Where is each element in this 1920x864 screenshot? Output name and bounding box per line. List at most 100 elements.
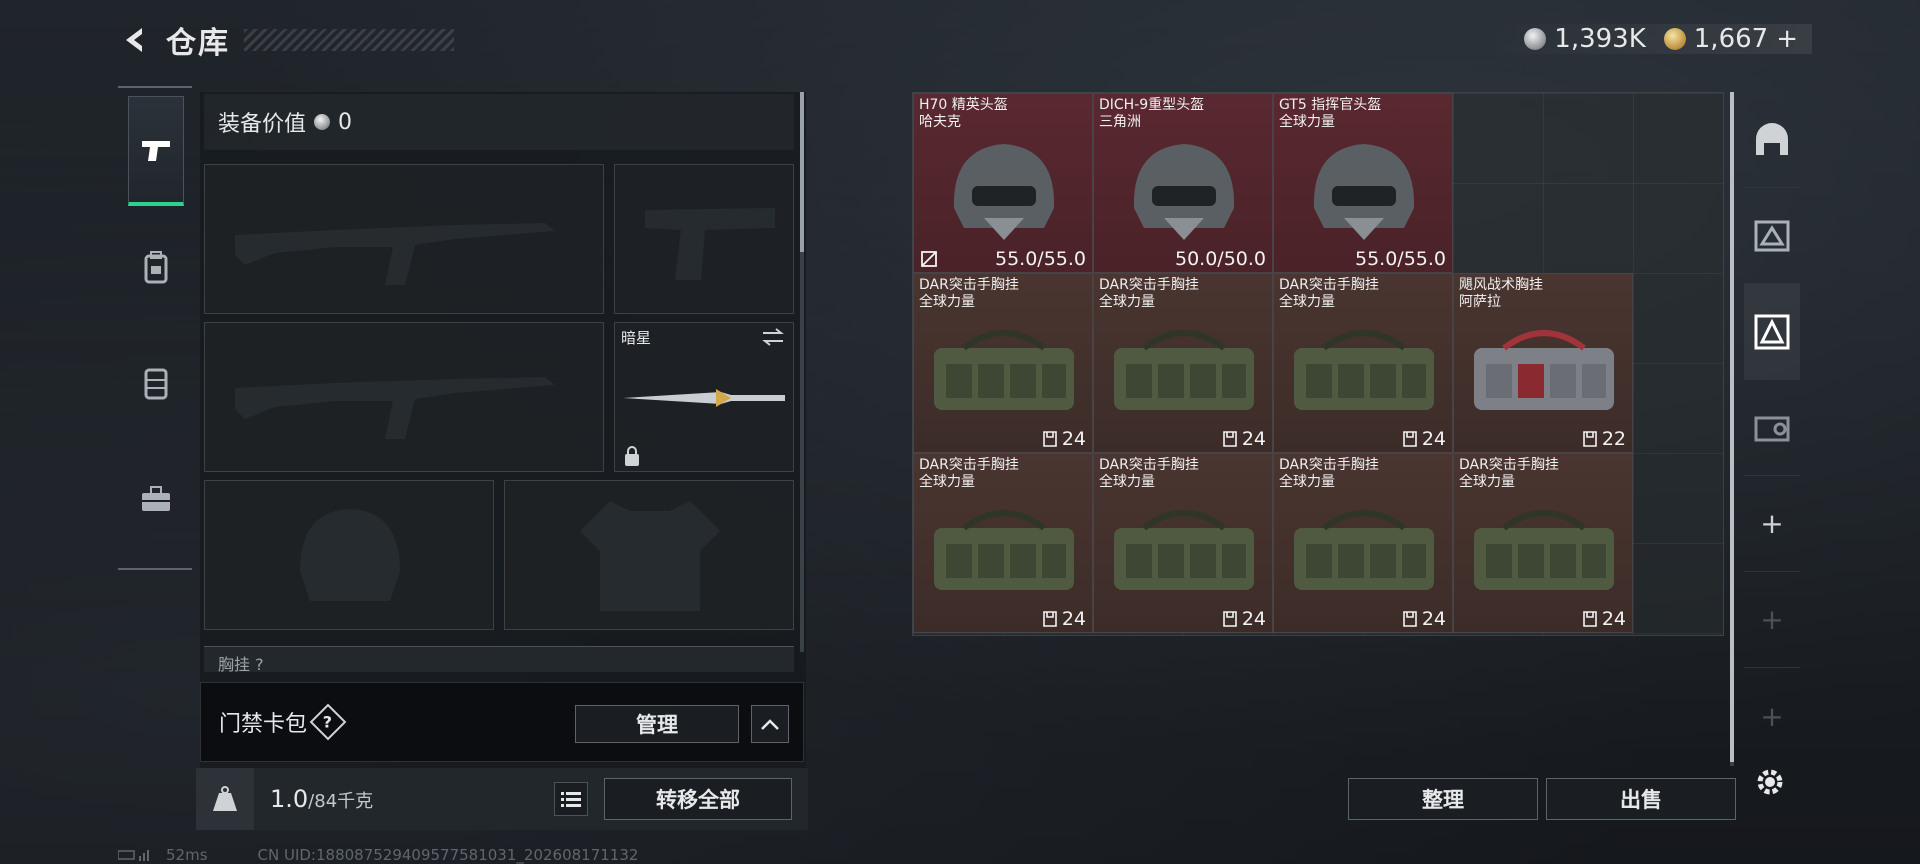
help-icon: ? bbox=[323, 712, 333, 732]
stash-item[interactable]: DAR突击手胸挂 全球力量 24 bbox=[1093, 453, 1273, 633]
pistol-icon bbox=[142, 140, 170, 161]
stash-item[interactable]: DAR突击手胸挂 全球力量 24 bbox=[1273, 453, 1453, 633]
weight-current: 1.0 bbox=[270, 785, 309, 813]
capacity-icon bbox=[1223, 611, 1237, 627]
item-name: DAR突击手胸挂 全球力量 bbox=[1099, 457, 1199, 491]
stash-scrollbar[interactable] bbox=[1730, 92, 1734, 766]
keycard-label: 门禁卡包 bbox=[219, 712, 308, 737]
item-value-text: 24 bbox=[1601, 608, 1626, 630]
manage-button[interactable]: 管理 bbox=[575, 705, 739, 743]
sell-button[interactable]: 出售 bbox=[1546, 778, 1736, 820]
lock-icon bbox=[625, 446, 639, 466]
capacity-icon bbox=[1403, 431, 1417, 447]
helmet-slot[interactable] bbox=[204, 480, 494, 630]
gold-currency[interactable]: 1,667 + bbox=[1663, 24, 1798, 54]
secondary-weapon-slot[interactable] bbox=[614, 164, 794, 314]
loadout-scrollbar[interactable] bbox=[800, 92, 804, 652]
swap-icon[interactable] bbox=[761, 327, 785, 347]
stash-item[interactable]: DAR突击手胸挂 全球力量 24 bbox=[1453, 453, 1633, 633]
add-currency-button[interactable]: + bbox=[1776, 24, 1798, 54]
primary-weapon-slot[interactable] bbox=[204, 164, 604, 314]
helmet-category-icon bbox=[1756, 122, 1788, 155]
chest-rig-item-icon bbox=[1474, 330, 1614, 410]
transfer-all-button[interactable]: 转移全部 bbox=[604, 778, 792, 820]
item-title: DAR突击手胸挂 bbox=[1099, 277, 1199, 293]
stash-item[interactable]: 飓风战术胸挂 阿萨拉 22 bbox=[1453, 273, 1633, 453]
item-value-text: 55.0/55.0 bbox=[994, 248, 1086, 270]
tab-armor[interactable] bbox=[1744, 188, 1800, 284]
item-faction: 三角洲 bbox=[1099, 114, 1141, 130]
item-faction: 全球力量 bbox=[1279, 294, 1335, 310]
battery-signal-icon bbox=[118, 850, 149, 861]
item-value-text: 24 bbox=[1061, 428, 1086, 450]
plus-icon: + bbox=[1760, 699, 1784, 733]
helmet-item-icon bbox=[953, 144, 1055, 240]
back-button[interactable] bbox=[118, 22, 154, 58]
item-value: 24 bbox=[1223, 608, 1266, 630]
item-value-text: 22 bbox=[1601, 428, 1626, 450]
item-name: DAR突击手胸挂 全球力量 bbox=[1459, 457, 1559, 491]
item-value: 24 bbox=[1583, 608, 1626, 630]
help-button[interactable]: ? bbox=[309, 703, 347, 741]
tab-backpacks[interactable] bbox=[1744, 380, 1800, 476]
item-value: 24 bbox=[1223, 428, 1266, 450]
stash-item[interactable]: DAR突击手胸挂 全球力量 24 bbox=[1093, 273, 1273, 453]
item-name: DAR突击手胸挂 全球力量 bbox=[1279, 457, 1379, 491]
chest-rig-item-icon bbox=[1114, 510, 1254, 590]
item-faction: 阿萨拉 bbox=[1459, 294, 1501, 310]
rifle-silhouette-icon bbox=[235, 223, 555, 285]
item-faction: 全球力量 bbox=[1099, 474, 1155, 490]
capacity-icon bbox=[1403, 611, 1417, 627]
item-value: 55.0/55.0 bbox=[1355, 248, 1446, 270]
rig-icon bbox=[144, 368, 168, 400]
item-faction: 全球力量 bbox=[1279, 114, 1335, 130]
chest-rig-slot-header[interactable]: 胸挂 ? bbox=[204, 646, 794, 672]
stash-item[interactable]: DICH-9重型头盔 三角洲 50.0/50.0 bbox=[1093, 93, 1273, 273]
capacity-icon bbox=[1583, 431, 1597, 447]
item-faction: 全球力量 bbox=[919, 474, 975, 490]
armor-slot[interactable] bbox=[504, 480, 794, 630]
stash-category-rail: + + + bbox=[1744, 92, 1800, 764]
item-name: DAR突击手胸挂 全球力量 bbox=[1099, 277, 1199, 311]
item-value-text: 24 bbox=[1061, 608, 1086, 630]
tab-weapons[interactable] bbox=[128, 96, 184, 206]
stash-item[interactable]: DAR突击手胸挂 全球力量 24 bbox=[1273, 273, 1453, 453]
tab-helmets[interactable] bbox=[1744, 92, 1800, 188]
stash-item[interactable]: H70 精英头盔 哈夫克 55.0/55.0 bbox=[913, 93, 1093, 273]
item-value: 55.0/55.0 bbox=[995, 248, 1086, 270]
item-value-text: 55.0/55.0 bbox=[1354, 248, 1446, 270]
chest-rig-item-icon bbox=[934, 510, 1074, 590]
collapse-button[interactable] bbox=[751, 705, 789, 743]
item-name: H70 精英头盔 哈夫克 bbox=[919, 97, 1008, 131]
back-arrow-icon bbox=[126, 28, 142, 52]
melee-slot[interactable]: 暗星 bbox=[614, 322, 794, 472]
capacity-icon bbox=[1223, 431, 1237, 447]
capacity-icon bbox=[1043, 611, 1057, 627]
tab-case[interactable] bbox=[128, 444, 184, 554]
item-title: 飓风战术胸挂 bbox=[1459, 277, 1543, 293]
stash-item[interactable]: GT5 指挥官头盔 全球力量 55.0/55.0 bbox=[1273, 93, 1453, 273]
add-tab-button[interactable]: + bbox=[1744, 476, 1800, 572]
tab-chest-rigs[interactable] bbox=[1744, 284, 1800, 380]
stash-item[interactable]: DAR突击手胸挂 全球力量 24 bbox=[913, 453, 1093, 633]
kg-weight-icon bbox=[213, 786, 237, 811]
list-icon bbox=[561, 792, 581, 807]
add-tab-button-locked: + bbox=[1744, 572, 1800, 668]
equipment-value-amount: 0 bbox=[338, 109, 353, 135]
primary-weapon-slot-2[interactable] bbox=[204, 322, 604, 472]
helmet-silhouette-icon bbox=[300, 509, 400, 601]
loadout-category-rail bbox=[118, 86, 192, 570]
scrollbar-thumb[interactable] bbox=[1730, 92, 1734, 762]
item-value: 24 bbox=[1403, 428, 1446, 450]
stash-item[interactable]: DAR突击手胸挂 全球力量 24 bbox=[913, 273, 1093, 453]
scrollbar-thumb[interactable] bbox=[800, 92, 804, 252]
settings-button[interactable] bbox=[1750, 762, 1790, 802]
weight-max: /84千克 bbox=[308, 791, 374, 812]
tab-backpack[interactable] bbox=[128, 212, 184, 322]
chevron-up-icon bbox=[761, 719, 779, 730]
sort-button[interactable]: 整理 bbox=[1348, 778, 1538, 820]
armor-category-icon bbox=[1754, 220, 1790, 251]
list-view-button[interactable] bbox=[554, 782, 588, 816]
header: 仓库 bbox=[118, 18, 454, 62]
tab-rig[interactable] bbox=[128, 328, 184, 438]
